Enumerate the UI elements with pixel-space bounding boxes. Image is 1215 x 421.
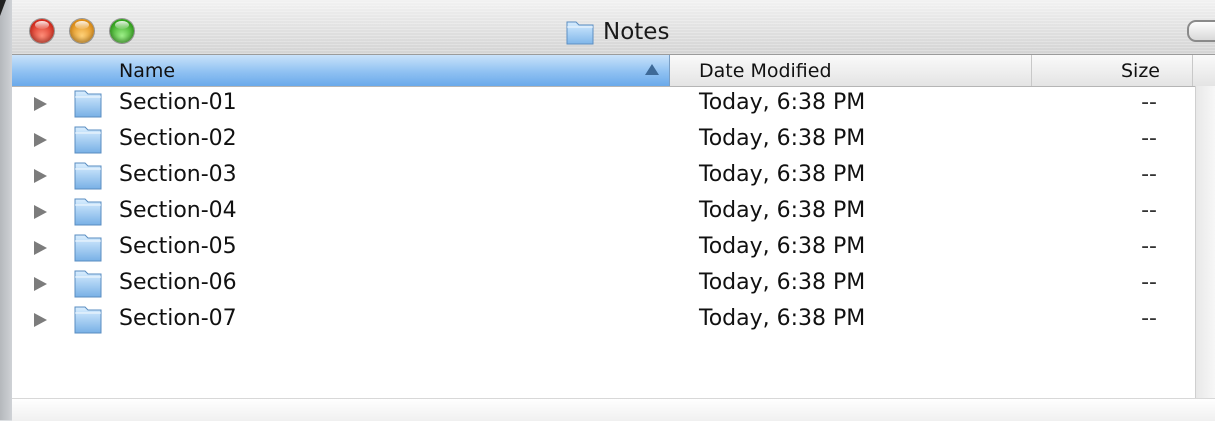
folder-icon xyxy=(72,160,104,198)
window-title-text: Notes xyxy=(603,19,670,45)
column-header-size[interactable]: Size xyxy=(1032,55,1193,86)
item-name: Section-04 xyxy=(119,198,237,223)
column-header-date-modified[interactable]: Date Modified xyxy=(671,55,1032,86)
list-item[interactable]: Section-03 Today, 6:38 PM -- xyxy=(12,158,1196,194)
close-button[interactable] xyxy=(30,19,54,43)
column-header-name-label: Name xyxy=(119,59,176,82)
list-item[interactable]: Section-01 Today, 6:38 PM -- xyxy=(12,86,1196,122)
disclosure-triangle-icon[interactable] xyxy=(34,277,47,291)
item-size: -- xyxy=(1141,198,1157,223)
list-item[interactable]: Section-04 Today, 6:38 PM -- xyxy=(12,194,1196,230)
item-date-modified: Today, 6:38 PM xyxy=(699,270,866,295)
list-item[interactable]: Section-06 Today, 6:38 PM -- xyxy=(12,266,1196,302)
folder-icon xyxy=(72,88,104,126)
item-date-modified: Today, 6:38 PM xyxy=(699,90,866,115)
disclosure-triangle-icon[interactable] xyxy=(34,241,47,255)
item-size: -- xyxy=(1141,126,1157,151)
folder-icon xyxy=(72,124,104,162)
item-size: -- xyxy=(1141,90,1157,115)
item-date-modified: Today, 6:38 PM xyxy=(699,234,866,259)
window-bottom-edge xyxy=(12,398,1215,421)
column-header-name[interactable]: Name xyxy=(12,55,670,86)
item-name: Section-05 xyxy=(119,234,237,259)
item-name: Section-02 xyxy=(119,126,237,151)
desktop-edge xyxy=(0,0,12,420)
folder-icon xyxy=(72,304,104,342)
folder-icon xyxy=(565,18,595,46)
item-date-modified: Today, 6:38 PM xyxy=(699,162,866,187)
minimize-button[interactable] xyxy=(70,19,94,43)
list-item[interactable]: Section-02 Today, 6:38 PM -- xyxy=(12,122,1196,158)
column-header: Name Date Modified Size xyxy=(12,55,1215,87)
title-bar[interactable]: Notes xyxy=(12,0,1215,55)
item-name: Section-01 xyxy=(119,90,237,115)
item-name: Section-07 xyxy=(119,306,237,331)
column-header-size-label: Size xyxy=(1120,59,1160,82)
disclosure-triangle-icon[interactable] xyxy=(34,205,47,219)
finder-window: Notes Name Date Modified Size Section-01… xyxy=(12,0,1215,421)
list-item[interactable]: Section-05 Today, 6:38 PM -- xyxy=(12,230,1196,266)
folder-icon xyxy=(72,232,104,270)
window-title: Notes xyxy=(565,17,669,47)
disclosure-triangle-icon[interactable] xyxy=(34,313,47,327)
sort-ascending-icon xyxy=(645,64,659,75)
item-size: -- xyxy=(1141,306,1157,331)
item-size: -- xyxy=(1141,162,1157,187)
item-size: -- xyxy=(1141,270,1157,295)
item-name: Section-03 xyxy=(119,162,237,187)
item-date-modified: Today, 6:38 PM xyxy=(699,198,866,223)
item-date-modified: Today, 6:38 PM xyxy=(699,306,866,331)
list-item[interactable]: Section-07 Today, 6:38 PM -- xyxy=(12,302,1196,338)
item-size: -- xyxy=(1141,234,1157,259)
disclosure-triangle-icon[interactable] xyxy=(34,97,47,111)
desktop-corner xyxy=(0,0,6,16)
file-list: Section-01 Today, 6:38 PM -- Section-02 … xyxy=(12,86,1196,338)
folder-icon xyxy=(72,268,104,306)
column-header-date-label: Date Modified xyxy=(699,59,832,82)
toolbar-toggle-button[interactable] xyxy=(1187,20,1215,42)
folder-icon xyxy=(72,196,104,234)
vertical-scrollbar[interactable] xyxy=(1195,86,1215,398)
zoom-button[interactable] xyxy=(110,19,134,43)
item-name: Section-06 xyxy=(119,270,237,295)
disclosure-triangle-icon[interactable] xyxy=(34,169,47,183)
disclosure-triangle-icon[interactable] xyxy=(34,133,47,147)
item-date-modified: Today, 6:38 PM xyxy=(699,126,866,151)
